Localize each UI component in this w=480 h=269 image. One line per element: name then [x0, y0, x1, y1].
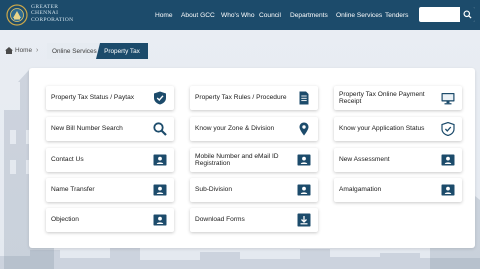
location-pin-icon: [299, 122, 309, 136]
service-card-contact-us[interactable]: Contact Us: [46, 148, 174, 172]
service-card-sub-division[interactable]: Sub-Division: [190, 178, 318, 202]
nav-online-services[interactable]: Online Services: [336, 0, 382, 30]
service-card-application-status[interactable]: Know your Application Status: [334, 117, 462, 141]
search-box[interactable]: [419, 7, 475, 22]
service-card-label: Objection: [51, 216, 79, 224]
service-card-objection[interactable]: Objection: [46, 208, 174, 232]
id-card-icon: [153, 214, 167, 226]
service-card-property-tax-status[interactable]: Property Tax Status / Paytax: [46, 86, 174, 110]
gcc-logo[interactable]: [4, 3, 30, 27]
nav-tenders-label[interactable]: Tenders: [385, 12, 408, 19]
service-card-label: Property Tax Online Payment Receipt: [339, 90, 425, 105]
nav-departments[interactable]: Departments: [290, 0, 328, 30]
search-button[interactable]: [460, 7, 475, 22]
nav-whos-who-label[interactable]: Who's Who: [221, 12, 255, 19]
service-card-label: Property Tax Status / Paytax: [51, 94, 135, 102]
breadcrumb-online-services[interactable]: Online Services: [47, 43, 102, 59]
service-card-label: New Assessment: [339, 156, 390, 164]
service-card-new-bill-number-search[interactable]: New Bill Number Search: [46, 117, 174, 141]
home-icon: [5, 47, 13, 54]
nav-council[interactable]: Council: [259, 0, 281, 30]
nav-home[interactable]: Home: [155, 0, 173, 30]
nav-departments-label[interactable]: Departments: [290, 12, 328, 19]
service-card-label: New Bill Number Search: [51, 125, 123, 133]
service-card-new-assessment[interactable]: New Assessment: [334, 148, 462, 172]
nav-home-label[interactable]: Home: [155, 12, 173, 19]
service-card-label: Property Tax Rules / Procedure: [195, 94, 287, 102]
shield-check-icon: [154, 91, 166, 105]
id-card-icon: [441, 154, 455, 166]
brand-line-3: Corporation: [31, 16, 74, 23]
breadcrumb-separator-icon: ›: [36, 47, 39, 54]
monitor-icon: [441, 93, 455, 105]
service-card-online-payment-receipt[interactable]: Property Tax Online Payment Receipt: [334, 86, 462, 110]
search-input[interactable]: [419, 7, 460, 22]
service-card-label: Download Forms: [195, 216, 245, 224]
service-card-label: Mobile Number and eMail ID Registration: [195, 152, 279, 167]
id-card-icon: [153, 154, 167, 166]
service-card-mobile-email-registration[interactable]: Mobile Number and eMail ID Registration: [190, 148, 318, 172]
service-card-label: Sub-Division: [195, 186, 233, 194]
search-icon: [463, 10, 472, 19]
shield-check-icon: [441, 122, 455, 136]
breadcrumb-current: Property Tax: [96, 43, 148, 59]
id-card-icon: [153, 184, 167, 196]
breadcrumb-home[interactable]: Home: [5, 47, 32, 54]
nav-online-services-label[interactable]: Online Services: [336, 12, 382, 19]
service-card-amalgamation[interactable]: Amalgamation: [334, 178, 462, 202]
brand-name: Greater Chennai Corporation: [31, 4, 73, 23]
nav-council-label[interactable]: Council: [259, 12, 281, 19]
nav-whos-who[interactable]: Who's Who: [221, 0, 255, 30]
nav-about-gcc[interactable]: About GCC: [181, 0, 215, 30]
nav-about-gcc-label[interactable]: About GCC: [181, 12, 215, 19]
top-navigation-bar: Greater Chennai Corporation Home About G…: [0, 0, 480, 30]
breadcrumb-home-label[interactable]: Home: [15, 47, 32, 54]
document-icon: [299, 91, 309, 105]
id-card-icon: [297, 184, 311, 196]
service-card-know-your-zone[interactable]: Know your Zone & Division: [190, 117, 318, 141]
service-card-label: Contact Us: [51, 156, 84, 164]
breadcrumb-current-label: Property Tax: [104, 47, 140, 55]
service-card-name-transfer[interactable]: Name Transfer: [46, 178, 174, 202]
id-card-icon: [441, 184, 455, 196]
service-card-label: Know your Zone & Division: [195, 125, 275, 133]
service-card-download-forms[interactable]: Download Forms: [190, 208, 318, 232]
service-card-label: Name Transfer: [51, 186, 95, 194]
search-icon: [153, 122, 167, 136]
download-icon: [297, 213, 311, 227]
service-card-label: Know your Application Status: [339, 125, 425, 133]
service-card-property-tax-rules[interactable]: Property Tax Rules / Procedure: [190, 86, 318, 110]
service-card-label: Amalgamation: [339, 186, 382, 194]
nav-tenders[interactable]: Tenders: [385, 0, 408, 30]
id-card-icon: [297, 154, 311, 166]
breadcrumb-online-services-label[interactable]: Online Services: [52, 48, 97, 55]
